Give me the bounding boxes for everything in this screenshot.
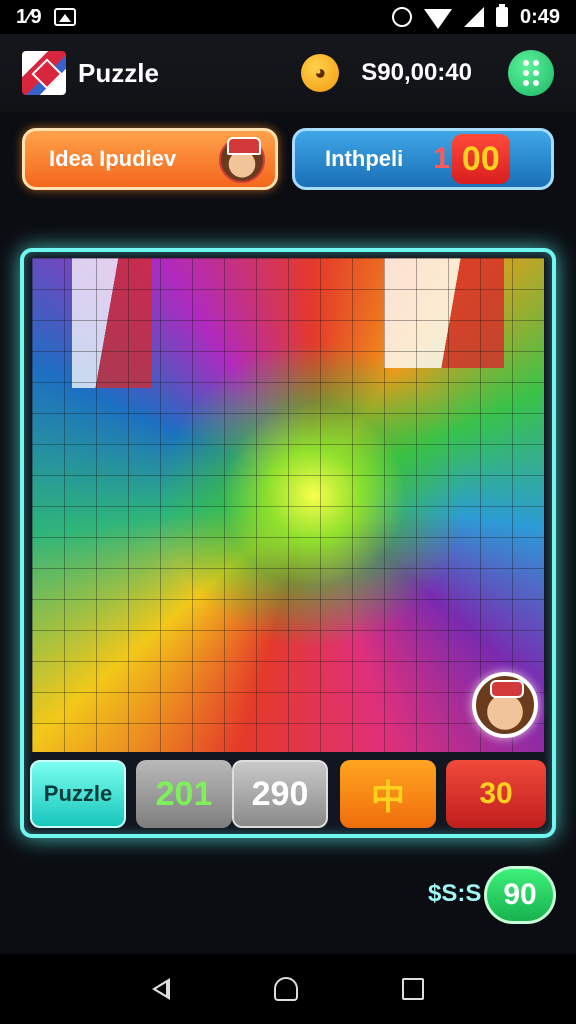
navigation-bar: [0, 954, 576, 1024]
counter-label: $S:S: [428, 880, 482, 907]
tile-score-d[interactable]: 30: [446, 760, 546, 828]
blue-button-label: Inthpeli: [325, 146, 404, 171]
tile-symbol[interactable]: 中: [340, 760, 436, 828]
score-badge: 00: [451, 134, 510, 184]
puzzle-image[interactable]: [32, 258, 544, 752]
counter-badge[interactable]: 90: [484, 866, 556, 924]
status-time-right: 0:49: [519, 5, 560, 28]
app-logo: [22, 51, 66, 95]
blue-action-button[interactable]: Inthpeli 1 00: [292, 128, 554, 190]
puzzle-board: Puzzle 201 290 中 30: [20, 248, 556, 838]
alarm-icon: [391, 7, 412, 27]
battery-icon: [495, 4, 508, 27]
player-avatar-icon: [219, 137, 265, 183]
orange-button-label: Idea Ipudiev: [49, 146, 177, 171]
grid-dots-icon: [523, 60, 529, 66]
image-notification-icon: [53, 8, 76, 26]
back-icon[interactable]: [152, 978, 170, 1000]
fox-coin-icon[interactable]: ◕: [301, 54, 340, 92]
puzzle-tile-button[interactable]: Puzzle: [30, 760, 126, 828]
recent-apps-icon[interactable]: [402, 978, 424, 1000]
wifi-icon: [423, 9, 452, 29]
app-header: Puzzle ◕ S90,00:40: [0, 34, 576, 112]
score-prefix: 1: [433, 142, 450, 175]
flag-graphic-left: [72, 258, 152, 388]
orange-action-button[interactable]: Idea Ipudiev: [22, 128, 278, 190]
status-time-left: 1⁄9: [16, 5, 42, 28]
status-bar: 1⁄9 0:49: [0, 0, 576, 34]
menu-button[interactable]: [508, 50, 554, 96]
tile-score-b[interactable]: 290: [232, 760, 328, 828]
tile-score-a[interactable]: 201: [136, 760, 232, 828]
app-title: Puzzle: [78, 57, 159, 88]
signal-icon: [463, 7, 484, 27]
balance-display: S90,00:40: [361, 59, 472, 86]
opponent-avatar-icon[interactable]: [472, 672, 538, 738]
flag-graphic-right: [384, 258, 504, 368]
home-icon[interactable]: [274, 977, 298, 1001]
